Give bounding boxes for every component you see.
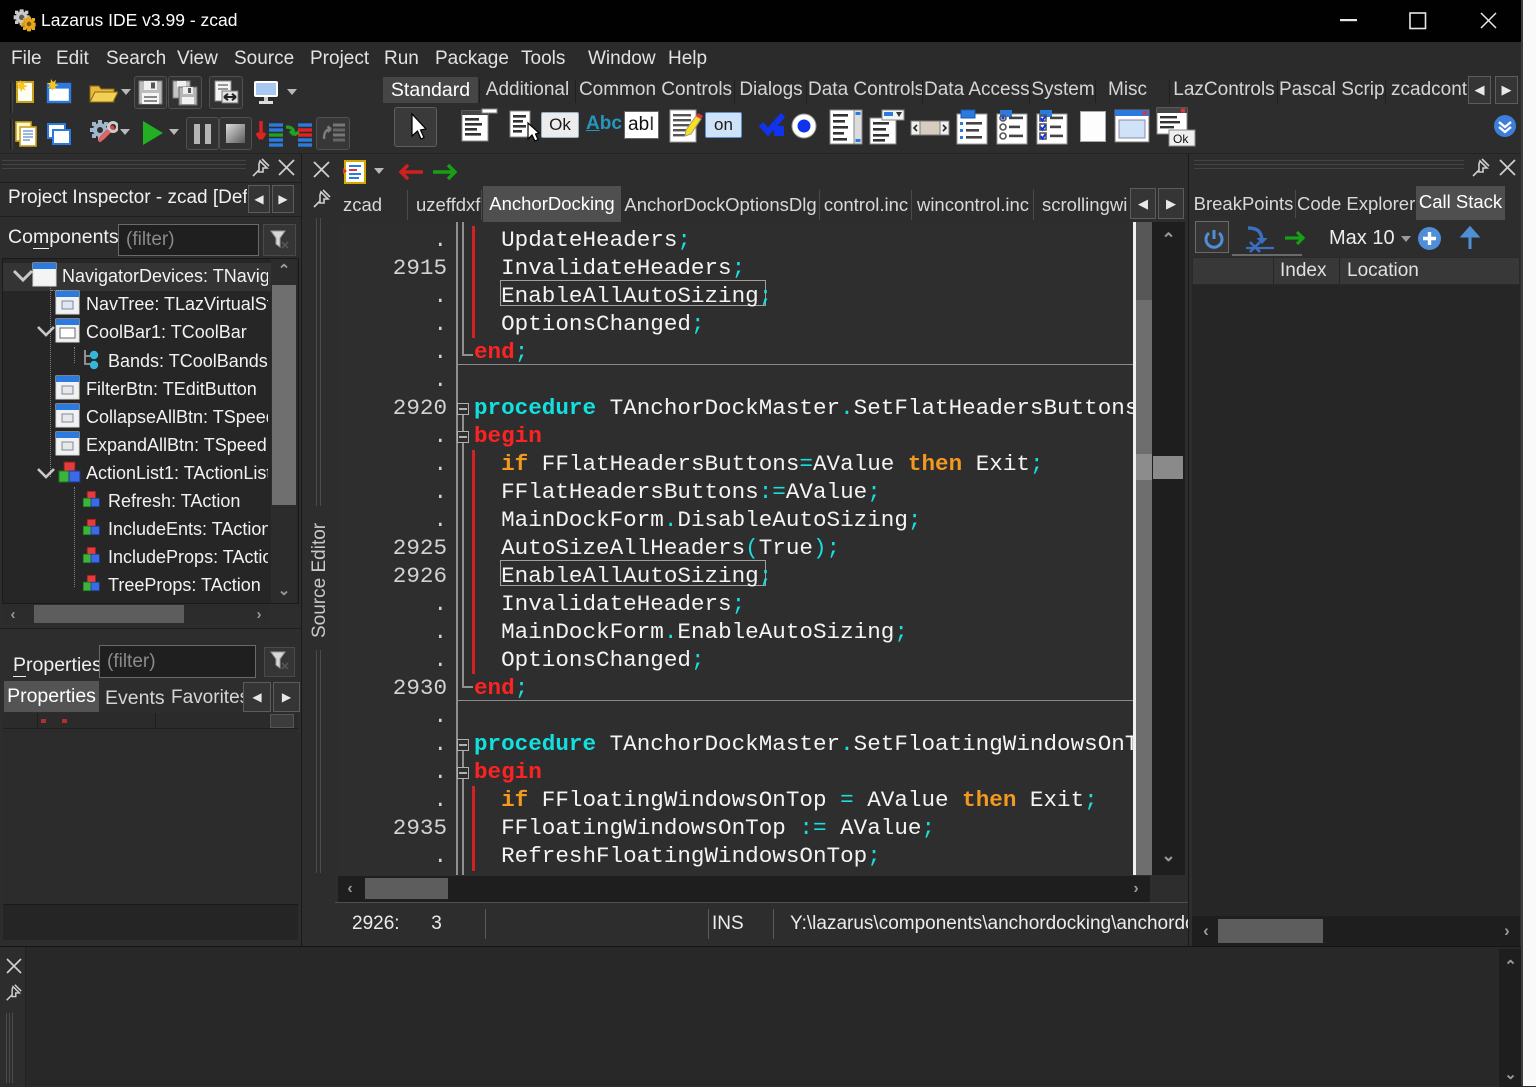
svg-text:Ok: Ok bbox=[1173, 132, 1189, 146]
